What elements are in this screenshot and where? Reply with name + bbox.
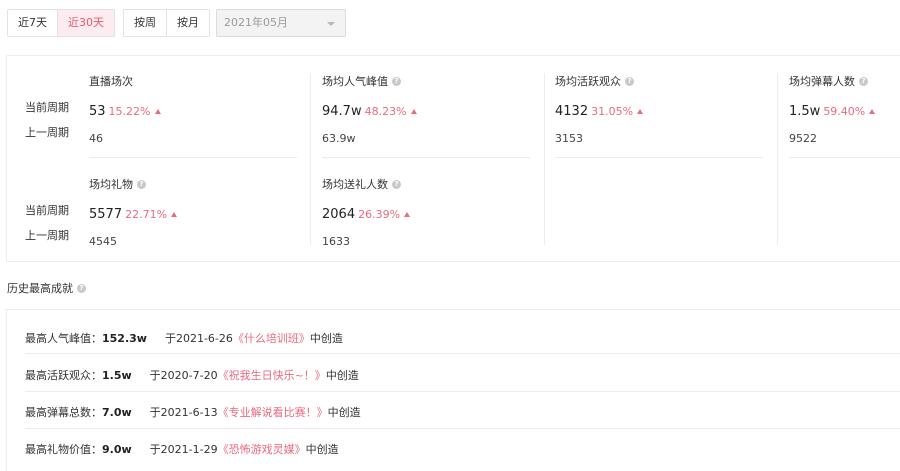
- metric-avg-peak-popularity: 场均人气峰值? 94.7w 48.23% 63.9w: [322, 73, 417, 145]
- row-label-previous: 上一周期: [25, 126, 69, 139]
- metric-avg-active-viewers: 场均活跃观众? 4132 31.05% 3153: [555, 73, 644, 145]
- divider: [25, 428, 900, 429]
- record-suffix: 中创造: [309, 332, 343, 345]
- divider: [322, 157, 530, 158]
- record-date: 于2020-7-20: [149, 369, 218, 382]
- help-icon[interactable]: ?: [392, 76, 401, 86]
- divider: [25, 391, 900, 392]
- metric-title: 场均人气峰值: [322, 75, 388, 88]
- metric-title: 场均活跃观众: [555, 75, 621, 88]
- arrow-up-icon: [637, 109, 644, 114]
- metric-change: 31.05%: [591, 105, 634, 118]
- list-item: 最高人气峰值： 152.3w 于2021-6-26 《什么培训班》 中创造: [25, 330, 343, 346]
- range-tabs: 近7天 近30天: [7, 9, 115, 37]
- record-label: 最高人气峰值：: [25, 332, 102, 345]
- metric-previous-value: 4545: [89, 235, 117, 248]
- list-item: 最高活跃观众： 1.5w 于2020-7-20 《祝我生日快乐~！》 中创造: [25, 367, 359, 383]
- achievements-title: 历史最高成就 ?: [7, 280, 86, 296]
- record-show-link[interactable]: 《祝我生日快乐~！》: [218, 367, 326, 383]
- metric-current-value: 94.7w: [322, 104, 362, 119]
- metric-current-value: 1.5w: [789, 104, 821, 119]
- arrow-up-icon: [410, 109, 417, 114]
- help-icon[interactable]: ?: [859, 76, 868, 86]
- record-date: 于2021-1-29: [149, 443, 218, 456]
- tab-by-month[interactable]: 按月: [166, 10, 209, 36]
- metric-avg-gift-senders: 场均送礼人数? 2064 26.39% 1633: [322, 176, 411, 248]
- metric-current-value: 2064: [322, 207, 356, 222]
- arrow-up-icon: [171, 212, 178, 217]
- metric-change: 26.39%: [358, 208, 401, 221]
- arrow-up-icon: [154, 109, 161, 114]
- record-date: 于2021-6-26: [164, 332, 233, 345]
- record-show-link[interactable]: 《什么培训班》: [233, 330, 310, 346]
- help-icon[interactable]: ?: [77, 283, 86, 293]
- stats-panel: 当前周期 上一周期 当前周期 上一周期 直播场次 53 15.22% 46 场均…: [6, 55, 900, 262]
- metric-previous-value: 9522: [789, 132, 817, 145]
- metric-previous-value: 46: [89, 132, 103, 145]
- record-label: 最高弹幕总数：: [25, 406, 102, 419]
- row-label-current: 当前周期: [25, 101, 69, 114]
- record-suffix: 中创造: [327, 406, 361, 419]
- chevron-down-icon: [327, 22, 335, 26]
- metric-title: 场均礼物: [89, 178, 133, 191]
- list-item: 最高礼物价值： 9.0w 于2021-1-29 《恐怖游戏灵媒》 中创造: [25, 441, 339, 457]
- record-suffix: 中创造: [305, 443, 339, 456]
- divider: [544, 73, 545, 245]
- month-select[interactable]: 2021年05月: [216, 9, 346, 37]
- record-label: 最高活跃观众：: [25, 369, 102, 382]
- metric-change: 48.23%: [364, 105, 407, 118]
- divider: [310, 73, 311, 245]
- record-date: 于2021-6-13: [149, 406, 218, 419]
- metric-previous-value: 1633: [322, 235, 350, 248]
- record-suffix: 中创造: [325, 369, 359, 382]
- metric-title: 场均送礼人数: [322, 178, 388, 191]
- metric-change: 59.40%: [823, 105, 866, 118]
- record-show-link[interactable]: 《专业解说看比赛！》: [218, 404, 328, 420]
- metric-title: 场均弹幕人数: [789, 75, 855, 88]
- filter-toolbar: 近7天 近30天 按周 按月 2021年05月: [7, 9, 346, 37]
- metric-avg-danmaku-users: 场均弹幕人数? 1.5w 59.40% 9522: [789, 73, 876, 145]
- metric-current-value: 53: [89, 104, 106, 119]
- metric-change: 15.22%: [108, 105, 151, 118]
- period-tabs: 按周 按月: [123, 9, 210, 37]
- row-label-previous: 上一周期: [25, 229, 69, 242]
- record-value: 9.0w: [102, 443, 132, 456]
- help-icon[interactable]: ?: [392, 179, 401, 189]
- metric-current-value: 4132: [555, 104, 589, 119]
- metric-previous-value: 63.9w: [322, 132, 356, 145]
- tab-by-week[interactable]: 按周: [124, 10, 166, 36]
- record-value: 7.0w: [102, 406, 132, 419]
- metric-current-value: 5577: [89, 207, 123, 222]
- achievements-title-text: 历史最高成就: [7, 282, 73, 295]
- month-select-value: 2021年05月: [224, 16, 288, 29]
- help-icon[interactable]: ?: [625, 76, 634, 86]
- metric-live-sessions: 直播场次 53 15.22% 46: [89, 73, 161, 145]
- metric-previous-value: 3153: [555, 132, 583, 145]
- divider: [777, 73, 778, 245]
- metric-avg-gifts: 场均礼物? 5577 22.71% 4545: [89, 176, 178, 248]
- divider: [89, 157, 297, 158]
- record-label: 最高礼物价值：: [25, 443, 102, 456]
- tab-last-7-days[interactable]: 近7天: [8, 10, 57, 36]
- row-label-current: 当前周期: [25, 204, 69, 217]
- record-value: 1.5w: [102, 369, 132, 382]
- arrow-up-icon: [404, 212, 411, 217]
- divider: [25, 353, 900, 354]
- tab-last-30-days[interactable]: 近30天: [57, 10, 114, 36]
- help-icon[interactable]: ?: [137, 179, 146, 189]
- metric-change: 22.71%: [125, 208, 168, 221]
- achievements-list: 最高人气峰值： 152.3w 于2021-6-26 《什么培训班》 中创造 最高…: [6, 309, 900, 471]
- metric-title: 直播场次: [89, 75, 133, 88]
- record-show-link[interactable]: 《恐怖游戏灵媒》: [218, 441, 306, 457]
- record-value: 152.3w: [102, 332, 147, 345]
- divider: [789, 157, 900, 158]
- list-item: 最高弹幕总数： 7.0w 于2021-6-13 《专业解说看比赛！》 中创造: [25, 404, 361, 420]
- arrow-up-icon: [869, 109, 876, 114]
- divider: [555, 157, 763, 158]
